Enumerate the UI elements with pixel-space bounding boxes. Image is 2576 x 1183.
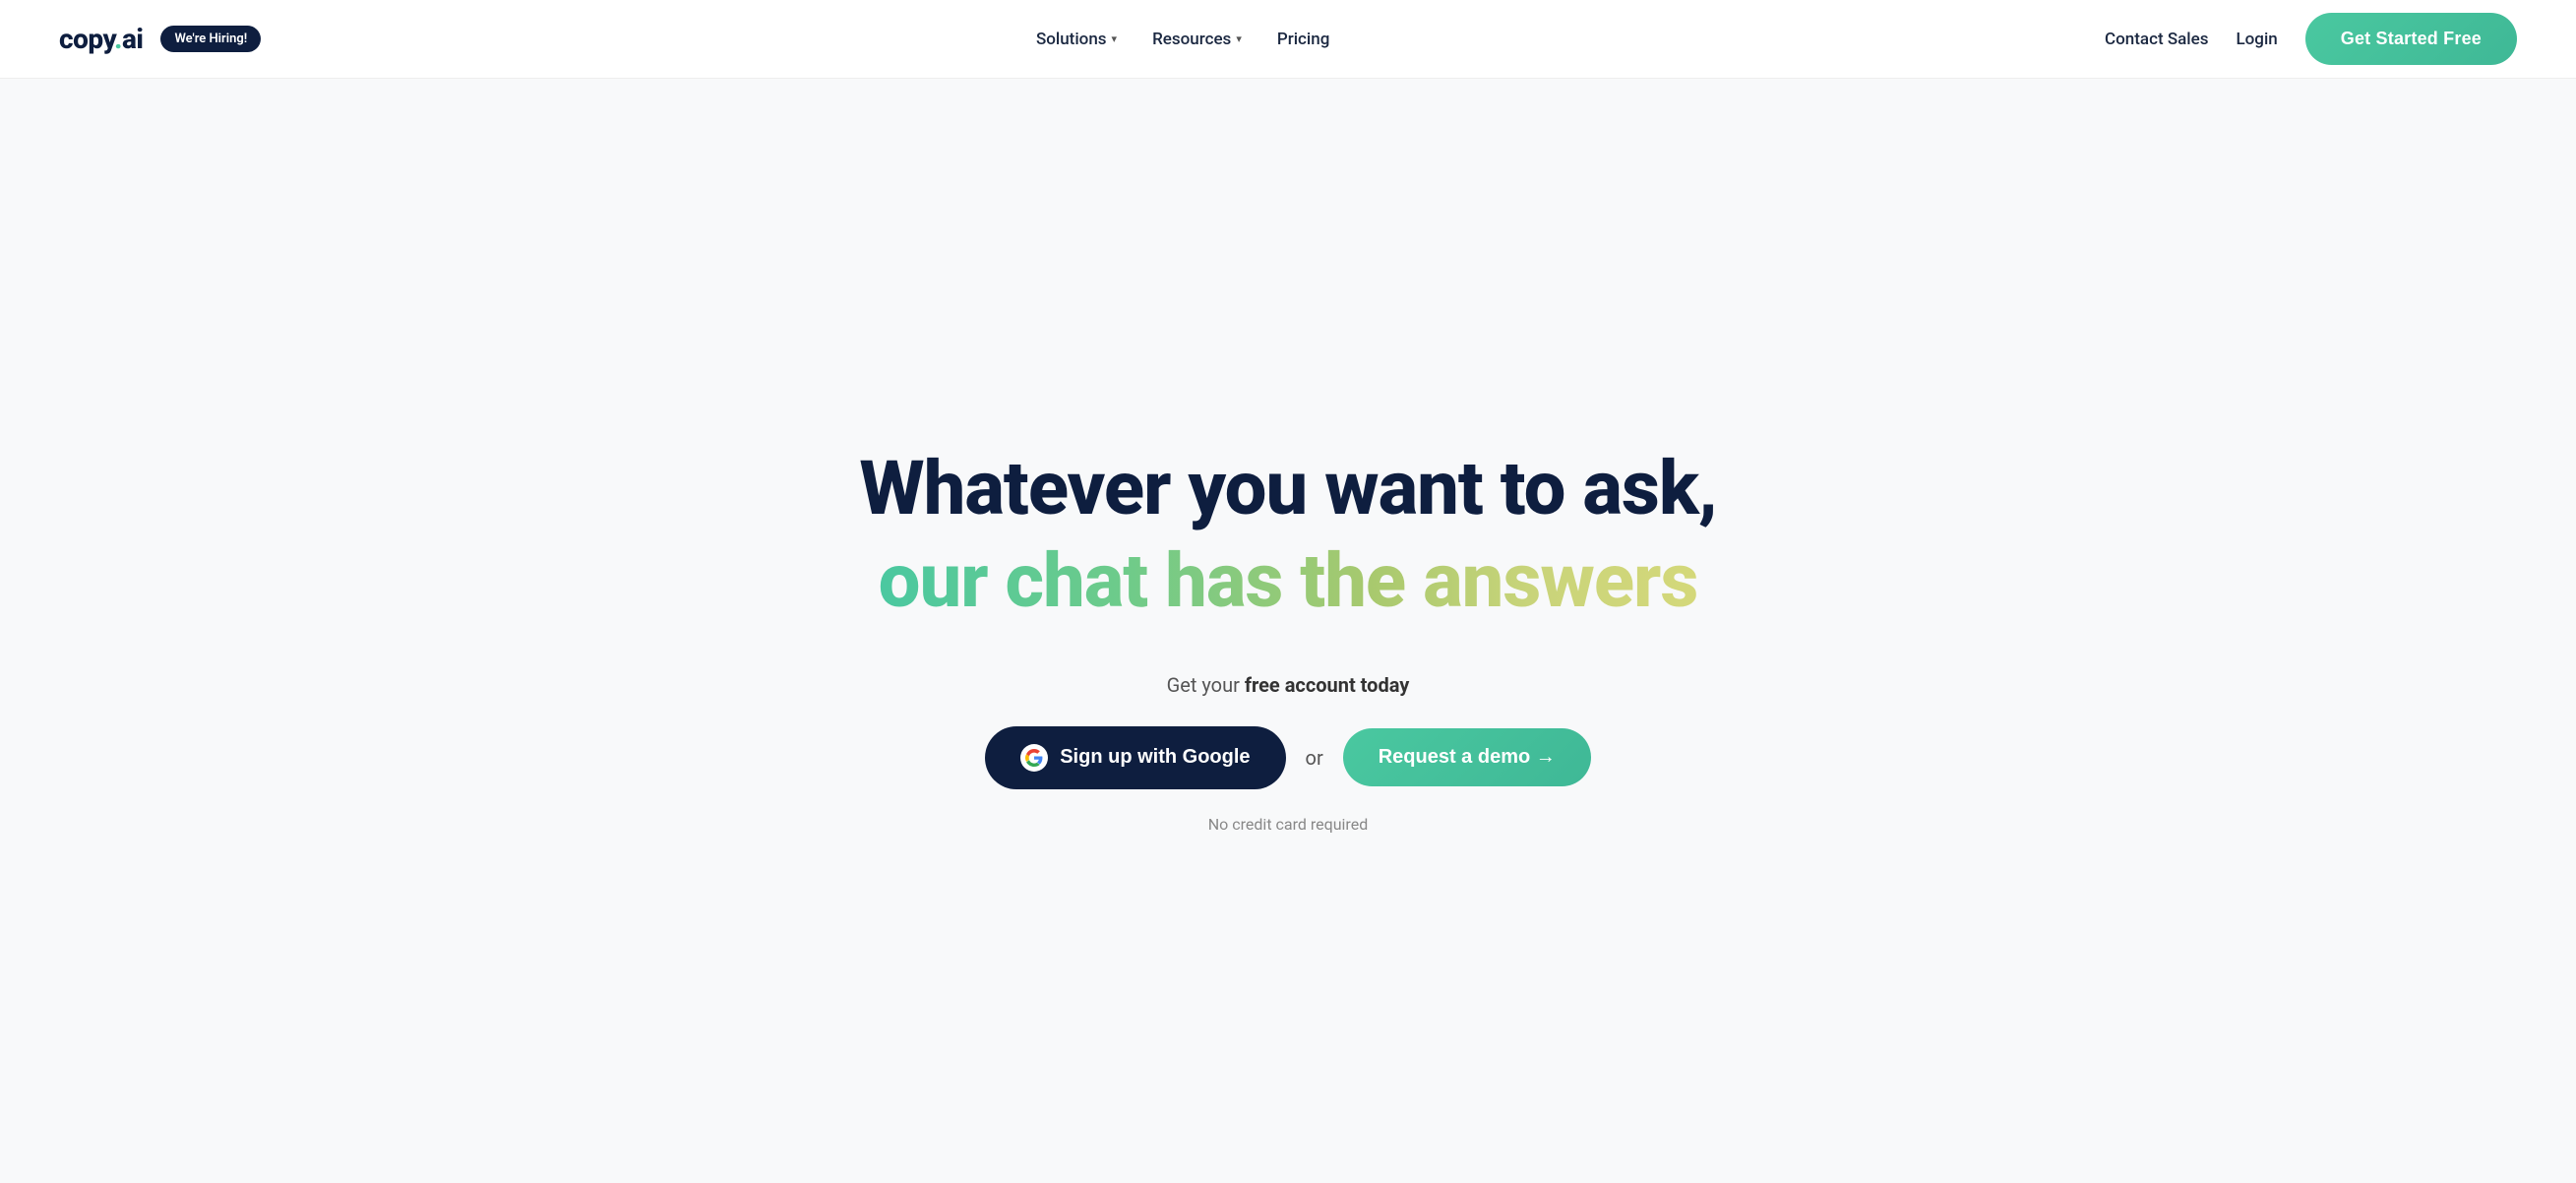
hiring-badge[interactable]: We're Hiring! xyxy=(160,26,261,52)
logo-text: copy.ai xyxy=(59,23,143,55)
nav-solutions[interactable]: Solutions ▾ xyxy=(1036,30,1117,49)
hero-headline-line2: our chat has the answers xyxy=(879,538,1698,624)
get-started-button[interactable]: Get Started Free xyxy=(2305,13,2517,65)
logo[interactable]: copy.ai xyxy=(59,23,143,55)
or-separator: or xyxy=(1306,746,1323,770)
hero-cta-text: Get your free account today xyxy=(1167,673,1410,697)
request-demo-button[interactable]: Request a demo → xyxy=(1343,728,1591,786)
chevron-down-icon: ▾ xyxy=(1236,32,1242,45)
google-logo-svg xyxy=(1025,749,1043,767)
navbar: copy.ai We're Hiring! Solutions ▾ Resour… xyxy=(0,0,2576,79)
navbar-left: copy.ai We're Hiring! xyxy=(59,23,261,55)
hero-section: Whatever you want to ask, our chat has t… xyxy=(0,79,2576,1183)
nav-pricing[interactable]: Pricing xyxy=(1277,30,1330,49)
login-link[interactable]: Login xyxy=(2236,30,2277,49)
google-signup-button[interactable]: Sign up with Google xyxy=(985,726,1285,789)
google-icon xyxy=(1020,744,1048,772)
chevron-down-icon: ▾ xyxy=(1112,32,1118,45)
contact-sales-link[interactable]: Contact Sales xyxy=(2105,30,2208,49)
hero-buttons: Sign up with Google or Request a demo → xyxy=(985,726,1591,789)
navbar-right: Contact Sales Login Get Started Free xyxy=(2105,13,2517,65)
no-credit-card-text: No credit card required xyxy=(1208,815,1368,834)
nav-resources[interactable]: Resources ▾ xyxy=(1152,30,1242,49)
hero-headline-line1: Whatever you want to ask, xyxy=(859,448,1716,530)
navbar-nav: Solutions ▾ Resources ▾ Pricing xyxy=(1036,30,1329,49)
